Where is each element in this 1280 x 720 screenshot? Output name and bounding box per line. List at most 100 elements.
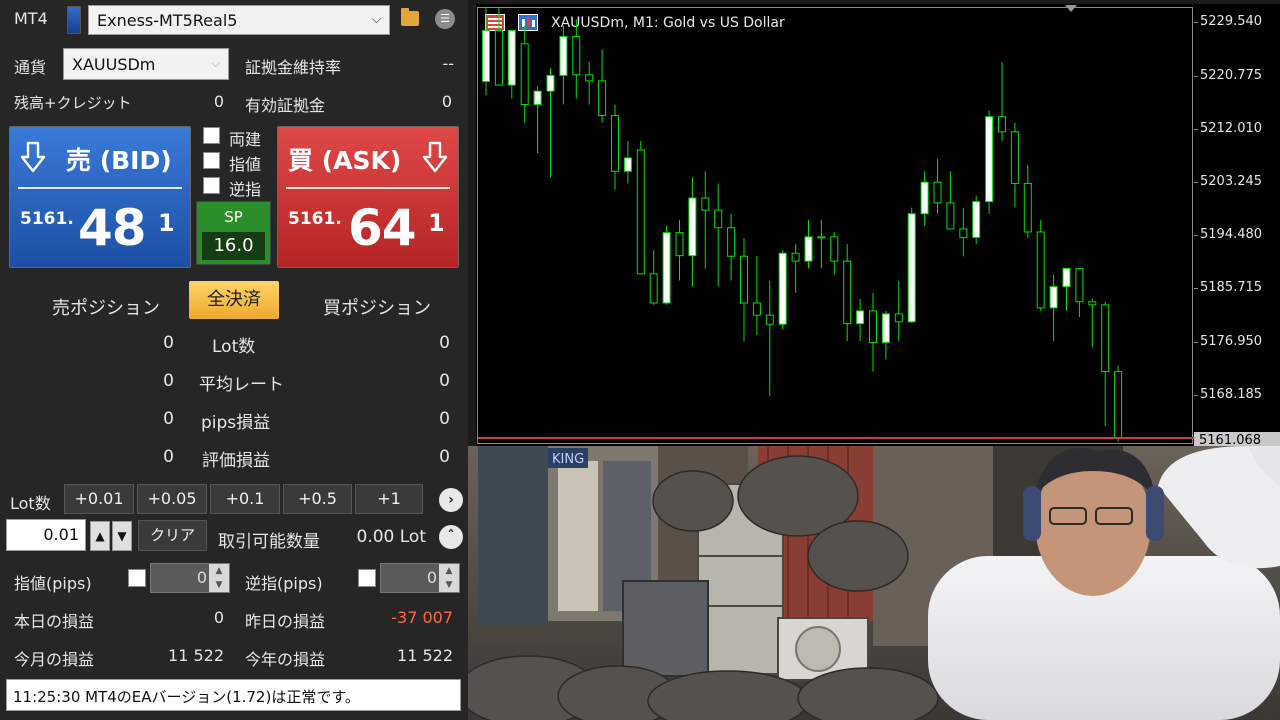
candle-body: [804, 236, 813, 262]
equity-value: 0: [441, 92, 452, 111]
lot-up-button[interactable]: ▲: [90, 521, 110, 551]
lot-input[interactable]: 0.01: [6, 519, 86, 551]
lot-down-button[interactable]: ▼: [112, 521, 132, 551]
king-sign-text: KING: [552, 452, 584, 467]
stop-label: 逆指: [229, 180, 262, 199]
balance-label: 残高+クレジット: [14, 94, 132, 112]
lots-row-label: Lot数: [212, 337, 256, 357]
today-pnl-value: 0: [213, 608, 224, 627]
price-tick-label: 5168.185: [1200, 386, 1263, 402]
spread-label: SP: [224, 208, 243, 226]
year-pnl-label: 今年の損益: [245, 650, 326, 669]
bid-title: 売 (BID): [66, 146, 172, 175]
candle-body: [727, 227, 736, 257]
limit-label: 指値: [229, 155, 262, 174]
price-tick-mark: [1194, 75, 1198, 77]
buy-pips-pnl-value: 0: [439, 409, 450, 429]
buy-ask-button[interactable]: 買 (ASK) 5161. 64 1: [277, 126, 459, 268]
price-tick-label: 5194.480: [1200, 227, 1263, 243]
limit-pips-checkbox[interactable]: [128, 569, 146, 587]
arrow-down-icon: [422, 141, 448, 173]
account-select-value: Exness-MT5Real5: [97, 11, 238, 30]
candle-body: [778, 252, 787, 325]
unrealized-pnl-row-label: 評価損益: [202, 451, 270, 471]
clear-button[interactable]: クリア: [138, 520, 207, 551]
lot-add-0.5-button[interactable]: +0.5: [283, 484, 352, 514]
webcam-scene: KING: [468, 446, 1280, 720]
sell-bid-button[interactable]: 売 (BID) 5161. 48 1: [9, 126, 191, 268]
candle-body: [1114, 371, 1123, 439]
candle-body: [520, 43, 529, 106]
price-tick-label: 5176.950: [1200, 333, 1263, 349]
candle-body: [907, 213, 916, 323]
chevron-down-icon: ⌵: [211, 57, 220, 70]
spread-value: 16.0: [202, 232, 265, 260]
stop-pips-value: 0: [426, 568, 437, 587]
chevron-down-icon: ⌵: [371, 12, 381, 26]
folder-icon[interactable]: [401, 8, 419, 26]
spinner-icon[interactable]: ▲ ▼: [209, 564, 229, 592]
limit-checkbox[interactable]: [203, 152, 220, 169]
candle-body: [482, 29, 490, 82]
sell-lots-value: 0: [163, 333, 174, 353]
ask-divider: [286, 187, 450, 189]
candle-body: [1036, 231, 1045, 309]
limit-pips-label: 指値(pips): [14, 574, 92, 593]
candle-body: [740, 255, 748, 304]
price-tick-mark: [1194, 128, 1198, 130]
lot-add-0.1-button[interactable]: +0.1: [210, 484, 280, 514]
hedge-checkbox[interactable]: [203, 127, 220, 144]
ask-price-prefix: 5161.: [288, 209, 342, 229]
candle-body: [572, 36, 581, 76]
limit-pips-input[interactable]: 0 ▲ ▼: [150, 563, 230, 593]
lot-add-1-button[interactable]: +1: [355, 484, 423, 514]
candle-body: [546, 74, 555, 92]
candle-body: [972, 201, 981, 238]
pips-pnl-row-label: pips損益: [201, 413, 271, 433]
equity-label: 有効証拠金: [245, 96, 326, 115]
candle-body: [869, 310, 877, 343]
armchair: [622, 580, 709, 677]
lot-label: Lot数: [10, 494, 51, 513]
bid-price-main: 48: [78, 199, 147, 257]
stop-pips-input[interactable]: 0 ▲ ▼: [380, 563, 460, 593]
stop-pips-checkbox[interactable]: [358, 569, 376, 587]
menu-icon[interactable]: ☰: [435, 9, 455, 29]
candle-body: [920, 181, 929, 215]
account-indicator: [67, 6, 81, 34]
price-chart[interactable]: XAUUSDm, M1: Gold vs US Dollar 5229.540 5…: [476, 4, 1280, 449]
stop-pips-label: 逆指(pips): [245, 574, 323, 593]
candle-body: [598, 80, 607, 116]
poster: [558, 461, 598, 611]
account-select[interactable]: Exness-MT5Real5 ⌵: [88, 5, 390, 35]
stop-checkbox[interactable]: [203, 177, 220, 194]
candle-body: [830, 236, 839, 262]
symbol-select[interactable]: XAUUSDm ⌵: [63, 48, 229, 80]
candle-body: [817, 236, 826, 239]
lot-add-0.01-button[interactable]: +0.01: [64, 484, 134, 514]
sell-pips-pnl-value: 0: [163, 409, 174, 429]
candle-body: [856, 310, 865, 325]
margin-level-value: --: [442, 54, 454, 73]
close-all-button[interactable]: 全決済: [189, 281, 279, 319]
candle-body: [714, 209, 723, 229]
symbol-select-value: XAUUSDm: [72, 55, 156, 74]
candle-body: [933, 181, 942, 204]
chevron-right-icon[interactable]: ›: [439, 488, 463, 512]
currency-label: 通貨: [14, 58, 47, 77]
candle-body: [1049, 286, 1058, 309]
bid-price-prefix: 5161.: [20, 209, 74, 229]
ask-title: 買 (ASK): [288, 146, 402, 175]
candle-body: [1088, 301, 1097, 306]
candle-body: [765, 314, 774, 325]
lot-add-0.05-button[interactable]: +0.05: [137, 484, 207, 514]
balance-value: 0: [213, 92, 224, 111]
chevron-up-icon[interactable]: ˆ: [439, 525, 463, 549]
trading-screen: MT4 Exness-MT5Real5 ⌵ ☰ 通貨 XAUUSDm ⌵ 証拠金…: [0, 0, 1280, 720]
spinner-icon[interactable]: ▲ ▼: [439, 564, 459, 592]
tradable-value: 0.00 Lot: [356, 527, 427, 547]
candle-body: [585, 74, 594, 82]
candle-body: [1075, 267, 1084, 303]
storefront-left: [478, 446, 548, 626]
price-tick-mark: [1194, 394, 1198, 396]
